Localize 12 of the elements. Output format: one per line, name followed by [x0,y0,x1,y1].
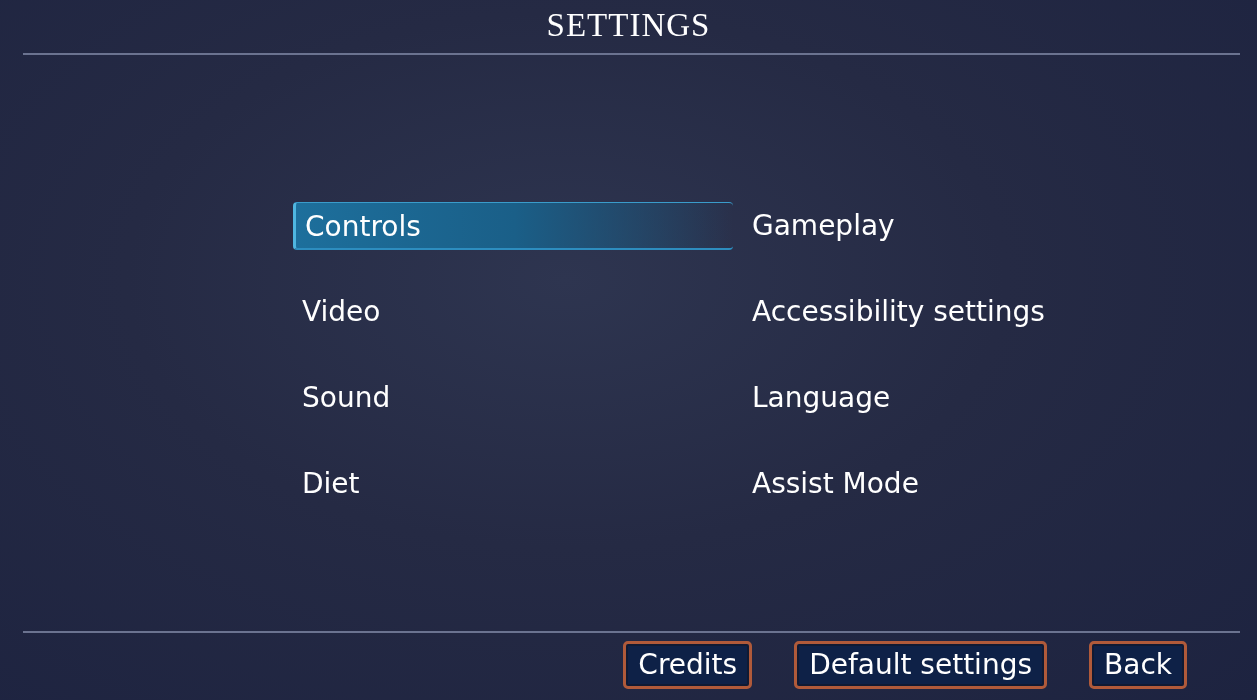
settings-menu-item[interactable]: Language [743,374,1183,422]
settings-menu-item[interactable]: Accessibility settings [743,288,1183,336]
settings-menu-item[interactable]: Assist Mode [743,460,1183,508]
menu-button[interactable]: Back [1089,641,1187,689]
settings-menu-item[interactable]: Video [293,288,733,336]
settings-menu-item[interactable]: Diet [293,460,733,508]
menu-button[interactable]: Credits [623,641,753,689]
settings-menu-item[interactable]: Gameplay [743,202,1183,250]
settings-menu-item[interactable]: Sound [293,374,733,422]
menu-button[interactable]: Default settings [794,641,1047,689]
settings-menu-item[interactable]: Controls [293,202,733,250]
screen-title: SETTINGS [546,8,711,45]
